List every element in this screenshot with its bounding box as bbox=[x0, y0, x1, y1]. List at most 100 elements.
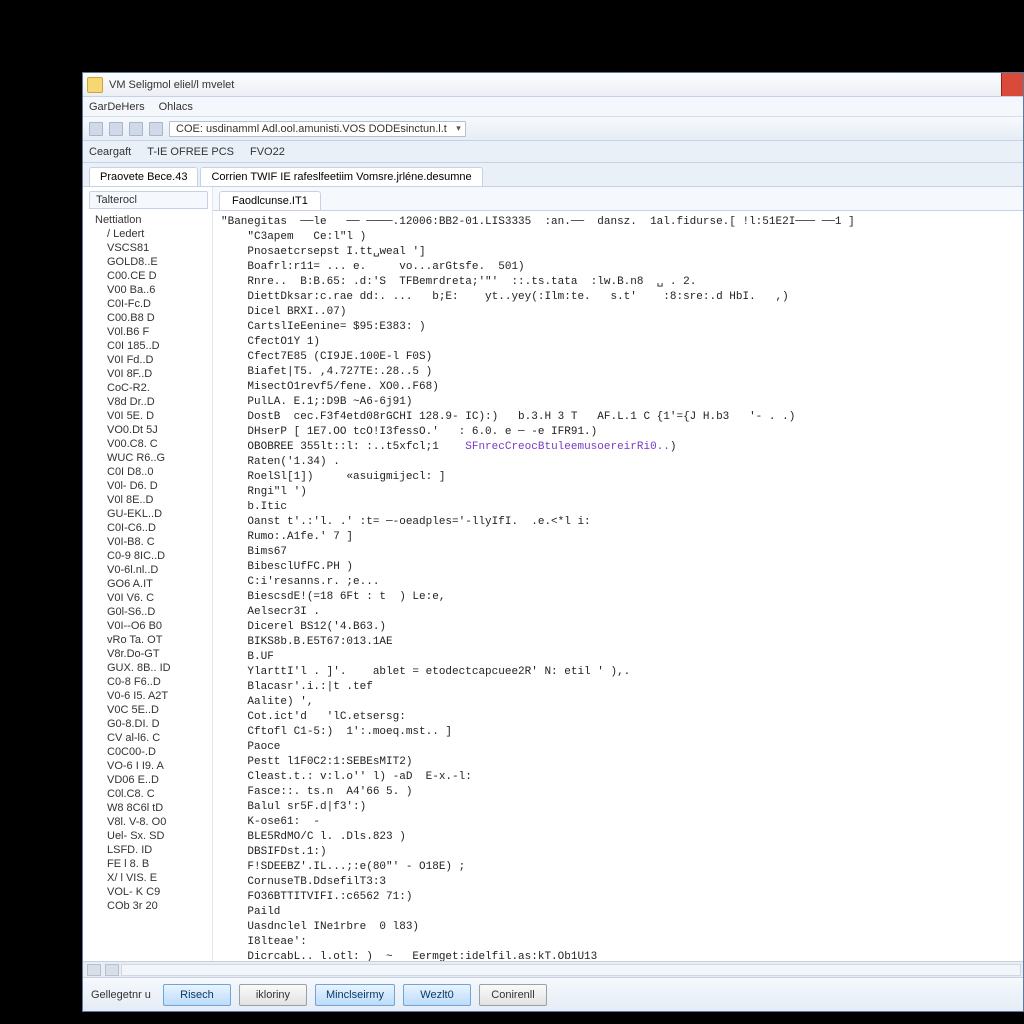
tree-item-34[interactable]: V0C 5E..D bbox=[95, 703, 212, 717]
code-line-19: b.Itic bbox=[221, 500, 1015, 515]
code-line-37: Cleast.t.: v:l.o'' l) -aD E-x.-l: bbox=[221, 770, 1015, 785]
tree-item-7[interactable]: V0l.B6 F bbox=[95, 325, 212, 339]
code-line-3: Boafrl:r11= ... e. vo...arGtsfe. 501) bbox=[221, 260, 1015, 275]
tree-item-30[interactable]: V8r.Do-GT bbox=[95, 647, 212, 661]
tree-item-5[interactable]: C0I-Fc.D bbox=[95, 297, 212, 311]
tree-item-20[interactable]: GU-EKL..D bbox=[95, 507, 212, 521]
tree-item-14[interactable]: VO0.Dt 5J bbox=[95, 423, 212, 437]
tree-item-39[interactable]: VD06 E..D bbox=[95, 773, 212, 787]
footer-button-1[interactable]: ikloriny bbox=[239, 984, 307, 1006]
tree-item-13[interactable]: V0I 5E. D bbox=[95, 409, 212, 423]
code-line-26: Aelsecr3I . bbox=[221, 605, 1015, 620]
code-line-22: Bims67 bbox=[221, 545, 1015, 560]
secondbar-item-2[interactable]: FVO22 bbox=[250, 146, 285, 158]
code-line-15: OBOBREE 355lt::l: :..t5xfcl;1 SFnrecCreo… bbox=[221, 440, 1015, 455]
code-line-30: YlarttI'l . ]'. ablet = etodectcapcuee2R… bbox=[221, 665, 1015, 680]
tree-item-22[interactable]: V0I-B8. C bbox=[95, 535, 212, 549]
tab-1[interactable]: Corrien TWIF IE rafeslfeetiim Vomsre.jrl… bbox=[200, 167, 482, 186]
tree-item-3[interactable]: C00.CE D bbox=[95, 269, 212, 283]
sidebar-header[interactable]: Talterocl bbox=[89, 191, 208, 209]
tree-item-33[interactable]: V0-6 I5. A2T bbox=[95, 689, 212, 703]
tree-item-18[interactable]: V0l- D6. D bbox=[95, 479, 212, 493]
tree-item-40[interactable]: C0l.C8. C bbox=[95, 787, 212, 801]
scroll-left-icon[interactable] bbox=[87, 964, 101, 976]
tree-item-16[interactable]: WUC R6..G bbox=[95, 451, 212, 465]
footer-button-2[interactable]: Minclseirmy bbox=[315, 984, 395, 1006]
code-line-25: BiescsdE!(=18 6Ft : t ) Le:e, bbox=[221, 590, 1015, 605]
tree-item-41[interactable]: W8 8C6l tD bbox=[95, 801, 212, 815]
secondbar-item-0[interactable]: Ceargaft bbox=[89, 146, 131, 158]
tree-item-17[interactable]: C0I D8..0 bbox=[95, 465, 212, 479]
tab-0[interactable]: Praovete Bece.43 bbox=[89, 167, 198, 186]
code-line-4: Rnre.. B:B.65: .d:'S TFBemrdreta;'"' ::.… bbox=[221, 275, 1015, 290]
tree-item-19[interactable]: V0l 8E..D bbox=[95, 493, 212, 507]
code-line-48: I8lteae': bbox=[221, 935, 1015, 950]
tree-item-1[interactable]: VSCS81 bbox=[95, 241, 212, 255]
footer-button-4[interactable]: Conirenll bbox=[479, 984, 547, 1006]
tree-item-48[interactable]: COb 3r 20 bbox=[95, 899, 212, 913]
tree-item-9[interactable]: V0I Fd..D bbox=[95, 353, 212, 367]
tree-item-35[interactable]: G0-8.DI. D bbox=[95, 717, 212, 731]
code-line-43: F!SDEEBZ'.IL...;:e(80"' - O18E) ; bbox=[221, 860, 1015, 875]
tree-item-31[interactable]: GUX. 8B.. ID bbox=[95, 661, 212, 675]
tree-item-27[interactable]: G0l-S6..D bbox=[95, 605, 212, 619]
code-line-0: "Banegitas ──le ── ────.12006:BB2-01.LIS… bbox=[221, 215, 1015, 230]
tree-item-44[interactable]: LSFD. ID bbox=[95, 843, 212, 857]
tree-item-29[interactable]: vRo Ta. OT bbox=[95, 633, 212, 647]
menu-item-0[interactable]: GarDeHers bbox=[89, 101, 145, 113]
tree-item-23[interactable]: C0-9 8IC..D bbox=[95, 549, 212, 563]
tree-item-8[interactable]: C0I 185..D bbox=[95, 339, 212, 353]
tree-item-25[interactable]: GO6 A.IT bbox=[95, 577, 212, 591]
tree-item-43[interactable]: Uel- Sx. SD bbox=[95, 829, 212, 843]
app-icon bbox=[87, 77, 103, 93]
tree-item-6[interactable]: C00.B8 D bbox=[95, 311, 212, 325]
secondbar-item-1[interactable]: T-IE OFREE PCS bbox=[147, 146, 234, 158]
code-line-32: Aalite) ', bbox=[221, 695, 1015, 710]
tree-item-26[interactable]: V0I V6. C bbox=[95, 591, 212, 605]
tree-item-21[interactable]: C0I-C6..D bbox=[95, 521, 212, 535]
main-tab-0[interactable]: Faodlcunse.IT1 bbox=[219, 191, 321, 210]
tree-item-46[interactable]: X/ l VIS. E bbox=[95, 871, 212, 885]
tree-item-0[interactable]: / Ledert bbox=[95, 227, 212, 241]
path-dropdown[interactable]: COE: usdinamml Adl.ool.amunisti.VOS DODE… bbox=[169, 121, 466, 137]
code-line-20: Oanst t'.:'l. .' :t= ─-oeadples='-llyIfI… bbox=[221, 515, 1015, 530]
toolbar-icon-2[interactable] bbox=[109, 122, 123, 136]
tree-root[interactable]: Nettiatlon bbox=[95, 213, 212, 227]
toolbar-icon-4[interactable] bbox=[149, 122, 163, 136]
close-button[interactable] bbox=[1001, 73, 1023, 96]
tree-item-28[interactable]: V0I--O6 B0 bbox=[95, 619, 212, 633]
code-line-46: Paild bbox=[221, 905, 1015, 920]
menu-item-1[interactable]: Ohlacs bbox=[159, 101, 193, 113]
tree-item-37[interactable]: C0C00-.D bbox=[95, 745, 212, 759]
tree-item-4[interactable]: V00 Ba..6 bbox=[95, 283, 212, 297]
tree-item-12[interactable]: V8d Dr..D bbox=[95, 395, 212, 409]
code-line-40: K-ose61: - bbox=[221, 815, 1015, 830]
code-line-27: Dicerel BS12('4.B63.) bbox=[221, 620, 1015, 635]
code-line-28: BIKS8b.B.E5T67:013.1AE bbox=[221, 635, 1015, 650]
tree-item-32[interactable]: C0-8 F6..D bbox=[95, 675, 212, 689]
tree-item-36[interactable]: CV al-l6. C bbox=[95, 731, 212, 745]
footer-button-3[interactable]: Wezlt0 bbox=[403, 984, 471, 1006]
path-text: COE: usdinamml Adl.ool.amunisti.VOS DODE… bbox=[176, 123, 447, 135]
tree-item-42[interactable]: V8l. V-8. O0 bbox=[95, 815, 212, 829]
tree-item-15[interactable]: V00.C8. C bbox=[95, 437, 212, 451]
scroll-right-icon[interactable] bbox=[105, 964, 119, 976]
code-line-33: Cot.ict'd 'lC.etsersg: bbox=[221, 710, 1015, 725]
code-line-34: Cftofl C1-5:) 1':.moeq.mst.. ] bbox=[221, 725, 1015, 740]
horizontal-scrollbar[interactable] bbox=[83, 961, 1023, 977]
tree-item-24[interactable]: V0-6l.nl..D bbox=[95, 563, 212, 577]
footer-button-0[interactable]: Risech bbox=[163, 984, 231, 1006]
toolbar-icon-3[interactable] bbox=[129, 122, 143, 136]
tree-item-11[interactable]: CoC-R2. bbox=[95, 381, 212, 395]
tree-item-45[interactable]: FE l 8. B bbox=[95, 857, 212, 871]
tree-item-47[interactable]: VOL- K C9 bbox=[95, 885, 212, 899]
tree-item-38[interactable]: VO-6 I I9. A bbox=[95, 759, 212, 773]
code-area[interactable]: "Banegitas ──le ── ────.12006:BB2-01.LIS… bbox=[213, 211, 1023, 961]
titlebar: VM Seligmol eliel/l mvelet bbox=[83, 73, 1023, 97]
code-line-12: PulLA. E.1;:D9B ~A6-6j91) bbox=[221, 395, 1015, 410]
toolbar-icon-1[interactable] bbox=[89, 122, 103, 136]
tree-item-10[interactable]: V0I 8F..D bbox=[95, 367, 212, 381]
tree-item-2[interactable]: GOLD8..E bbox=[95, 255, 212, 269]
code-line-1: "C3apem Ce:l"l ) bbox=[221, 230, 1015, 245]
scroll-track[interactable] bbox=[121, 964, 1021, 976]
